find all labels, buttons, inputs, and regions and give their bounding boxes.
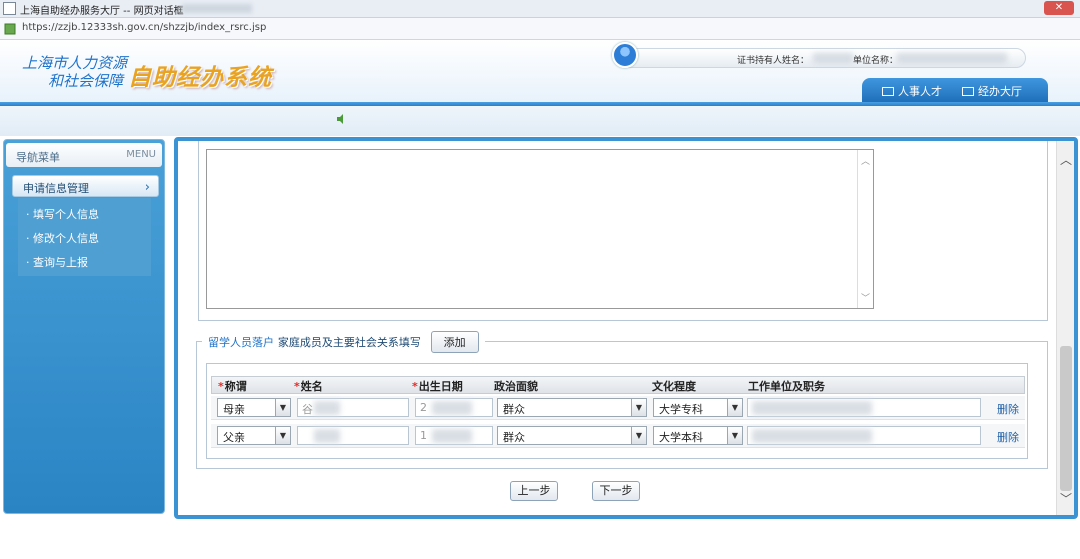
col-relation: *称谓 (218, 380, 247, 393)
user-info-bar: 证书持有人姓名： 单位名称： (616, 48, 1026, 68)
political-select[interactable]: 群众 ▼ (497, 398, 647, 417)
delete-row-button[interactable]: 删除 (997, 401, 1019, 417)
education-select[interactable]: 大学本科 ▼ (653, 426, 743, 445)
main-scrollbar[interactable]: ︿ ﹀ (1056, 141, 1074, 515)
col-political: 政治面貌 (494, 380, 538, 393)
page-icon (4, 23, 16, 35)
prev-step-button[interactable]: 上一步 (510, 481, 558, 501)
family-table: *称谓 *姓名 *出生日期 政治面貌 文化程度 工作单位及职务 母亲 ▼ 谷 2 … (206, 363, 1028, 459)
chevron-down-icon[interactable]: ﹀ (1060, 490, 1072, 507)
workplace-input[interactable] (747, 426, 981, 445)
tab-personnel[interactable]: 人事人才 (882, 83, 942, 99)
chevron-right-icon: › (144, 180, 150, 195)
site-header: 上海市人力资源 和社会保障 自助经办系统 证书持有人姓名： 单位名称： 人事人才… (0, 40, 1080, 102)
sidebar-item-query-report[interactable]: · 查询与上报 (26, 254, 88, 270)
logo-system-name: 自助经办系统 (128, 64, 272, 91)
chevron-down-icon: ▼ (631, 427, 646, 444)
user-avatar-icon (612, 42, 638, 68)
sidebar-submenu: · 填写个人信息 · 修改个人信息 · 查询与上报 (18, 198, 151, 276)
sidebar-section-application[interactable]: 申请信息管理 › (12, 175, 159, 197)
table-row: 父亲 ▼ 1 群众 ▼ 大学本科 ▼ 删除 (211, 424, 1025, 448)
top-nav-tabs: 人事人才 经办大厅 (862, 78, 1048, 102)
fieldset-legend: 留学人员落户 家庭成员及主要社会关系填写 添加 (202, 331, 485, 353)
add-button[interactable]: 添加 (430, 331, 479, 353)
speaker-icon (337, 114, 343, 124)
holder-name-label: 证书持有人姓名： (737, 56, 810, 66)
sidebar-item-edit-info[interactable]: · 修改个人信息 (26, 230, 99, 246)
window-title: 上海自助经办服务大厅 -- 网页对话框 (20, 6, 184, 17)
redacted-holder-name (813, 53, 853, 64)
education-select[interactable]: 大学专科 ▼ (653, 398, 743, 417)
birth-input[interactable]: 1 (415, 426, 493, 445)
chevron-down-icon: ▼ (275, 427, 290, 444)
sidebar-menu-label: MENU (126, 149, 156, 160)
main-panel: ︿ ﹀ 留学人员落户 家庭成员及主要社会关系填写 添加 *称谓 *姓名 *出生日… (174, 137, 1078, 519)
text-area[interactable]: ︿ ﹀ (206, 149, 874, 309)
building-icon (962, 87, 974, 96)
close-button[interactable]: ✕ (1044, 1, 1074, 15)
logo-line2: 和社会保障 (48, 72, 124, 90)
textarea-scrollbar[interactable]: ︿ ﹀ (857, 150, 873, 308)
redacted-title-text (182, 4, 252, 13)
relation-select[interactable]: 父亲 ▼ (217, 426, 291, 445)
name-input[interactable]: 谷 (297, 398, 409, 417)
chevron-down-icon: ▼ (727, 427, 742, 444)
col-education: 文化程度 (652, 380, 696, 393)
name-input[interactable] (297, 426, 409, 445)
sidebar: 导航菜单 MENU 申请信息管理 › · 填写个人信息 · 修改个人信息 · 查… (3, 139, 165, 514)
url-text[interactable]: https://zzjb.12333sh.gov.cn/shzzjb/index… (22, 22, 266, 33)
legend-title: 家庭成员及主要社会关系填写 (277, 336, 421, 349)
table-row: 母亲 ▼ 谷 2 群众 ▼ 大学专科 ▼ 删除 (211, 396, 1025, 420)
tab-service-hall[interactable]: 经办大厅 (962, 83, 1022, 99)
scrollbar-thumb[interactable] (1060, 346, 1072, 491)
col-name: *姓名 (294, 380, 323, 393)
chevron-down-icon: ▼ (275, 399, 290, 416)
book-icon (882, 87, 894, 96)
redacted-unit-name (897, 53, 1007, 64)
chevron-down-icon: ▼ (631, 399, 646, 416)
chevron-down-icon: ﹀ (861, 294, 871, 304)
close-icon: ✕ (1054, 2, 1064, 13)
political-select[interactable]: 群众 ▼ (497, 426, 647, 445)
chevron-up-icon[interactable]: ︿ (1060, 151, 1072, 168)
window-titlebar: 上海自助经办服务大厅 -- 网页对话框 ✕ (0, 0, 1080, 18)
workplace-input[interactable] (747, 398, 981, 417)
sidebar-title: 导航菜单 (16, 151, 60, 164)
col-birth: *出生日期 (412, 380, 463, 393)
chevron-up-icon: ︿ (861, 157, 871, 167)
birth-input[interactable]: 2 (415, 398, 493, 417)
unit-name-label: 单位名称： (853, 56, 899, 66)
next-step-button[interactable]: 下一步 (592, 481, 640, 501)
sidebar-item-fill-info[interactable]: · 填写个人信息 (26, 206, 99, 222)
relation-select[interactable]: 母亲 ▼ (217, 398, 291, 417)
window-icon (3, 2, 16, 15)
table-header: *称谓 *姓名 *出生日期 政治面貌 文化程度 工作单位及职务 (211, 376, 1025, 394)
notice-band (0, 106, 1080, 136)
chevron-down-icon: ▼ (727, 399, 742, 416)
sidebar-section-label: 申请信息管理 (23, 182, 89, 195)
page-footer (0, 522, 1080, 559)
delete-row-button[interactable]: 删除 (997, 429, 1019, 445)
sidebar-header: 导航菜单 MENU (6, 143, 162, 167)
legend-category: 留学人员落户 (208, 336, 274, 349)
col-workplace: 工作单位及职务 (748, 380, 825, 393)
address-bar: https://zzjb.12333sh.gov.cn/shzzjb/index… (0, 18, 1080, 40)
